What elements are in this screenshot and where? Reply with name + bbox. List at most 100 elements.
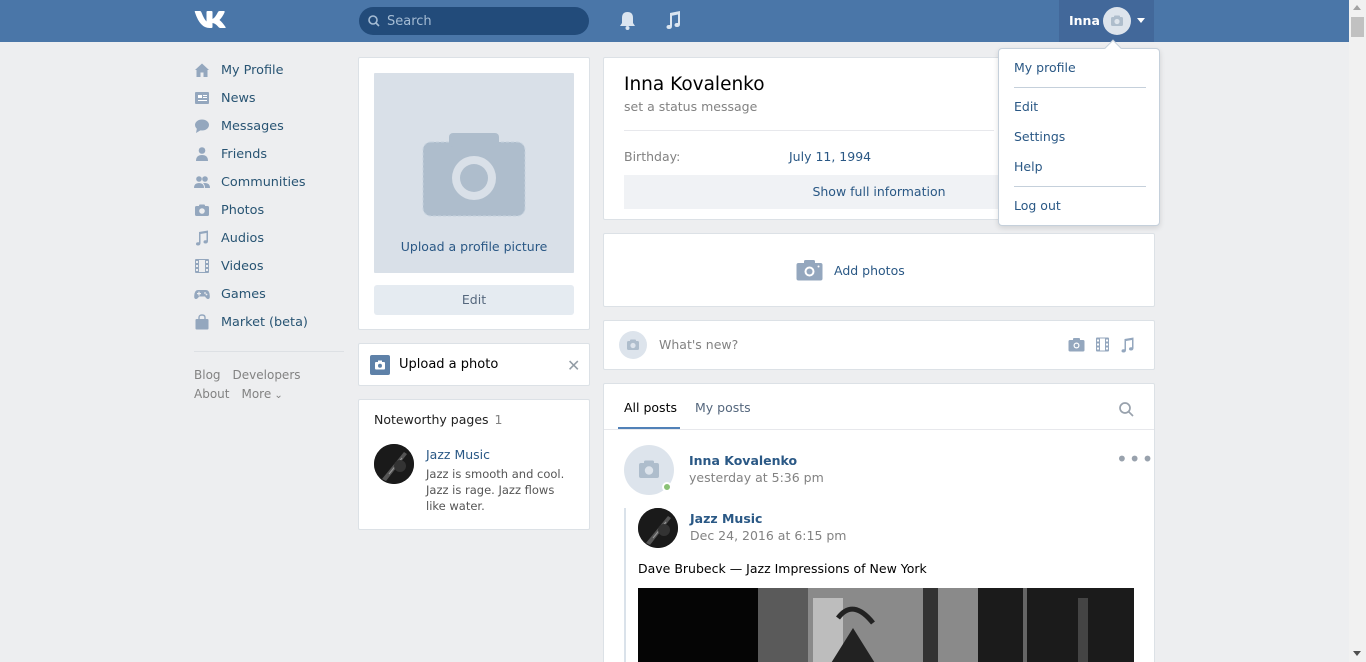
noteworthy-title: Noteworthy pages 1 [374,412,502,427]
menu-item-my-profile[interactable]: My profile [1014,60,1076,75]
sidebar-item-market[interactable]: Market (beta) [194,308,344,336]
music-note-icon [196,230,208,246]
header-avatar [1103,7,1131,35]
bag-icon [195,314,209,330]
sidebar-item-label: Friends [221,146,268,162]
menu-item-logout[interactable]: Log out [1014,198,1061,213]
user-dropdown-menu: My profile Edit Settings Help Log out [998,39,1160,226]
footer-link-blog[interactable]: Blog [194,368,221,382]
vk-logo-icon[interactable] [194,8,228,34]
new-post-input[interactable]: What's new? [659,337,738,352]
more-options-icon[interactable]: ••• [1116,449,1154,469]
posts-card: All posts My posts Inna Kovalenko yester… [603,383,1155,662]
repost-avatar[interactable] [638,508,678,548]
menu-item-help[interactable]: Help [1014,159,1043,174]
online-status-indicator [662,482,672,492]
friends-icon [196,147,208,161]
tab-my-posts[interactable]: My posts [695,400,751,415]
tab-all-posts[interactable]: All posts [624,400,677,415]
noteworthy-title-text: Noteworthy pages [374,412,489,427]
camera-icon [796,260,823,281]
noteworthy-page-description: Jazz is smooth and cool. Jazz is rage. J… [426,467,565,513]
sidebar-item-audios[interactable]: Audios [194,224,344,252]
upload-photo-card[interactable]: Upload a photo ✕ [358,343,590,386]
music-note-icon[interactable] [664,11,682,34]
add-photos-card[interactable]: Add photos [603,233,1155,307]
vertical-scrollbar[interactable] [1349,0,1366,662]
menu-item-settings[interactable]: Settings [1014,129,1065,144]
attach-video-icon[interactable] [1096,337,1109,356]
jazz-music-avatar[interactable] [374,444,414,484]
messages-icon [195,119,209,133]
new-post-avatar [619,331,647,359]
edit-profile-button[interactable]: Edit [374,285,574,315]
post-text: Dave Brubeck — Jazz Impressions of New Y… [638,561,927,576]
search-box[interactable] [359,7,589,35]
footer-link-more[interactable]: More [241,387,282,401]
scroll-up-arrow-icon[interactable] [1353,5,1361,10]
status-message-link[interactable]: set a status message [624,99,757,114]
sidebar-item-videos[interactable]: Videos [194,252,344,280]
home-icon [195,63,209,77]
repost-author-name[interactable]: Jazz Music [690,511,762,526]
close-icon[interactable]: ✕ [567,356,580,375]
search-icon [368,15,380,27]
profile-photo-card: Upload a profile picture Edit [358,57,590,330]
birthday-value[interactable]: July 11, 1994 [789,149,871,164]
gamepad-icon [194,290,210,299]
sidebar-item-label: Videos [221,258,264,274]
noteworthy-page-name[interactable]: Jazz Music [426,447,490,462]
user-menu-button[interactable]: Inna [1059,0,1154,42]
camera-icon [1111,15,1123,26]
search-icon[interactable] [1119,402,1134,421]
noteworthy-count: 1 [494,412,503,427]
sidebar-item-label: Market (beta) [221,314,308,330]
sidebar-item-label: Photos [221,202,265,218]
news-icon [195,92,209,104]
footer-link-about[interactable]: About [194,387,229,401]
sidebar-item-messages[interactable]: Messages [194,112,344,140]
sidebar-item-label: Games [221,286,266,302]
sidebar-item-label: Messages [221,118,284,134]
menu-divider [1014,87,1146,88]
post-author-name[interactable]: Inna Kovalenko [689,453,797,468]
bell-icon[interactable] [619,11,636,34]
birthday-label: Birthday: [624,149,681,164]
camera-icon [370,355,390,375]
sidebar-item-photos[interactable]: Photos [194,196,344,224]
menu-item-edit[interactable]: Edit [1014,99,1038,114]
attach-music-icon[interactable] [1120,337,1135,357]
sidebar-item-friends[interactable]: Friends [194,140,344,168]
sidebar-item-games[interactable]: Games [194,280,344,308]
noteworthy-pages-card: Noteworthy pages 1 Jazz Music Jazz is smo… [358,399,590,530]
sidebar-item-news[interactable]: News [194,84,344,112]
post-timestamp[interactable]: yesterday at 5:36 pm [689,470,824,485]
divider [604,429,1154,430]
camera-icon [627,339,639,350]
sidebar-item-communities[interactable]: Communities [194,168,344,196]
sidebar-item-my-profile[interactable]: My Profile [194,56,344,84]
sidebar-footer: Blog Developers About More [194,366,344,405]
left-sidebar: My Profile News Messages Friends Communi… [194,56,344,405]
footer-link-developers[interactable]: Developers [233,368,301,382]
chevron-down-icon [1137,18,1145,23]
scroll-down-arrow-icon[interactable] [1353,651,1361,656]
profile-photo-placeholder[interactable]: Upload a profile picture [374,73,574,273]
camera-icon [422,133,526,217]
communities-icon [194,176,210,188]
sidebar-item-label: Audios [221,230,265,246]
repost-indicator [624,508,626,662]
sidebar-item-label: News [221,90,256,106]
attach-photo-icon[interactable] [1068,337,1085,356]
camera-icon [195,204,209,216]
add-photos-button[interactable]: Add photos [796,259,905,281]
header-user-name: Inna [1069,13,1100,28]
scrollbar-thumb[interactable] [1351,17,1364,37]
search-input[interactable] [387,7,582,35]
upload-profile-picture-link[interactable]: Upload a profile picture [374,239,574,254]
profile-name: Inna Kovalenko [624,74,765,95]
new-post-card: What's new? [603,320,1155,370]
post-image[interactable] [638,588,1134,662]
repost-timestamp[interactable]: Dec 24, 2016 at 6:15 pm [690,528,847,543]
divider [624,130,994,131]
